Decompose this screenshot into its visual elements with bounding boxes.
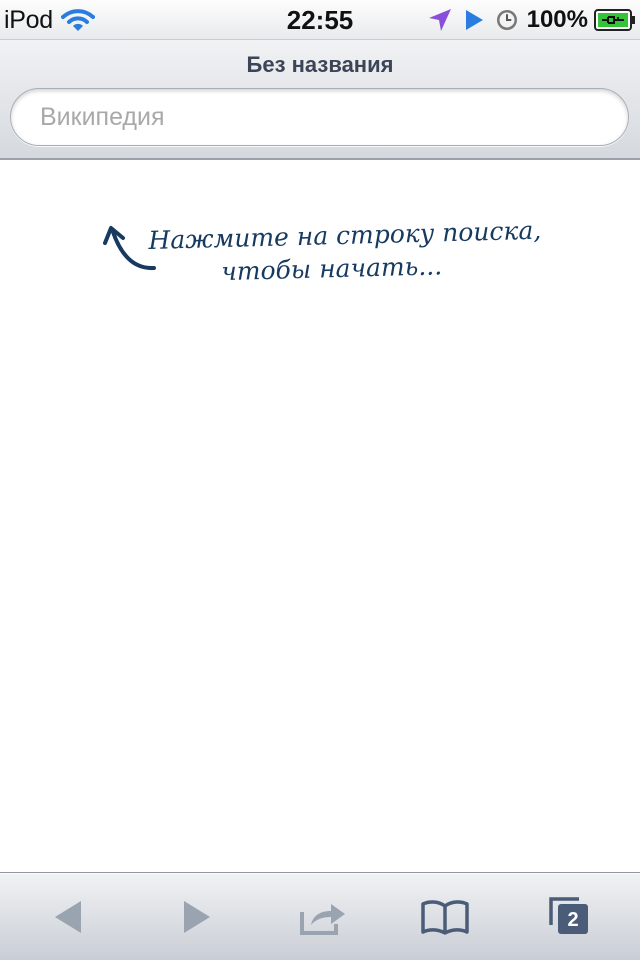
bottom-toolbar: 2 (0, 872, 640, 960)
search-hint: Нажмите на строку поиска, чтобы начать..… (148, 212, 590, 289)
tabs-button[interactable]: 2 (526, 873, 616, 960)
status-bar: iPod 22:55 100% (0, 0, 640, 40)
bookmarks-button[interactable] (400, 873, 490, 960)
search-input[interactable] (10, 88, 629, 146)
back-button[interactable] (23, 873, 113, 960)
page-title: Без названия (246, 52, 394, 77)
share-button[interactable] (278, 873, 368, 960)
battery-charging-icon (594, 9, 635, 31)
status-right: 100% (427, 4, 636, 36)
back-arrow-icon (55, 901, 81, 933)
app-root: iPod 22:55 100% Без названия Википедия Н… (0, 0, 640, 960)
tabs-icon-wrap: 2 (547, 895, 595, 939)
clock-icon (496, 10, 517, 30)
forward-button[interactable] (152, 873, 242, 960)
location-arrow-icon (428, 9, 451, 31)
share-icon (300, 904, 345, 935)
tab-count: 2 (567, 909, 579, 931)
header-bar: Без названия (0, 40, 640, 160)
battery-percentage: 100% (526, 6, 588, 33)
forward-arrow-icon (184, 901, 210, 933)
book-icon (421, 900, 469, 935)
play-icon (465, 10, 483, 30)
